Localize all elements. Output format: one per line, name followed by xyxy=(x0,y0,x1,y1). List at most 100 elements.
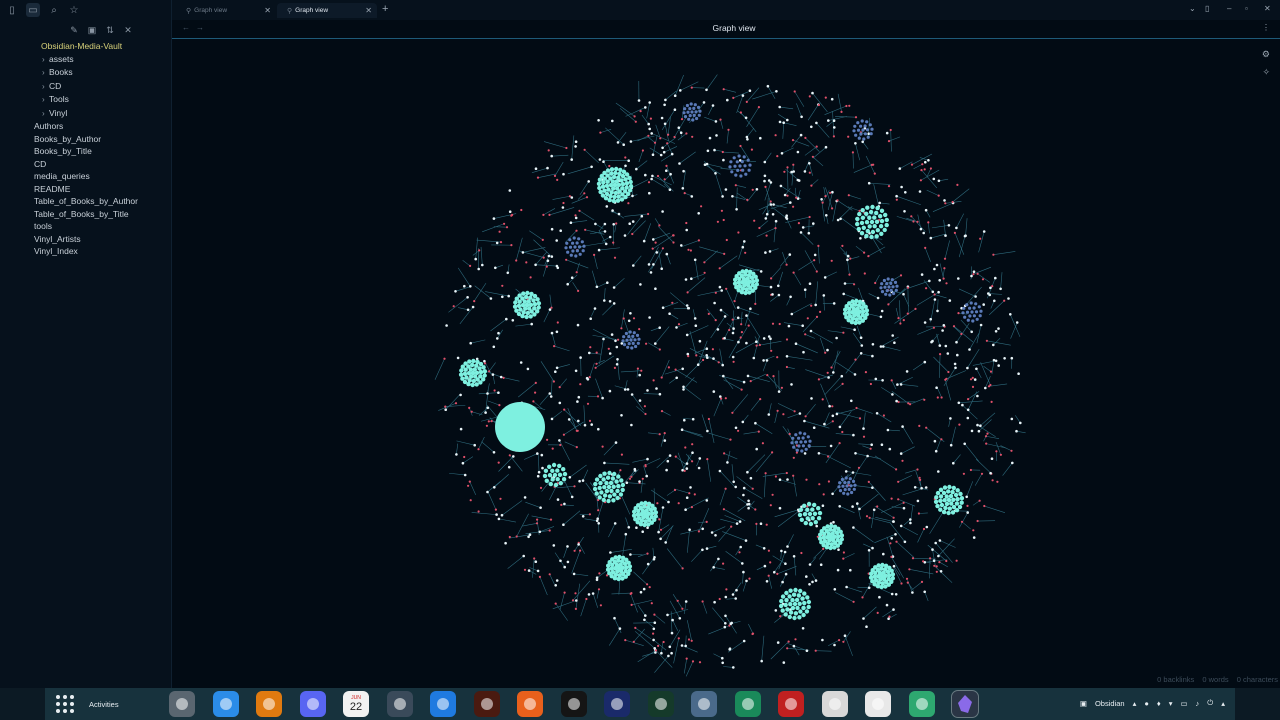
note-node[interactable] xyxy=(640,214,644,218)
note-node[interactable] xyxy=(527,569,531,572)
note-node[interactable] xyxy=(717,557,720,561)
note-node[interactable] xyxy=(682,169,685,173)
tag-node[interactable] xyxy=(574,214,577,217)
hub-node[interactable] xyxy=(869,219,875,225)
hub-node[interactable] xyxy=(894,288,898,292)
tag-node[interactable] xyxy=(863,272,866,275)
note-node[interactable] xyxy=(860,344,864,347)
tag-node[interactable] xyxy=(501,284,504,287)
tag-node[interactable] xyxy=(847,194,850,197)
tag-node[interactable] xyxy=(918,424,921,427)
hub-node[interactable] xyxy=(536,305,541,310)
note-node[interactable] xyxy=(469,285,472,288)
tag-node[interactable] xyxy=(921,163,924,166)
tag-node[interactable] xyxy=(684,446,687,449)
hub-node[interactable] xyxy=(517,293,522,298)
note-node[interactable] xyxy=(769,285,773,289)
tag-node[interactable] xyxy=(515,535,518,538)
note-node[interactable] xyxy=(710,531,714,534)
hub-node[interactable] xyxy=(631,334,635,338)
note-node[interactable] xyxy=(937,554,940,558)
note-node[interactable] xyxy=(972,536,976,539)
note-node[interactable] xyxy=(590,423,593,426)
note-node[interactable] xyxy=(641,530,644,533)
note-node[interactable] xyxy=(746,138,749,141)
tag-node[interactable] xyxy=(705,520,708,523)
tag-node[interactable] xyxy=(862,435,866,438)
tag-node[interactable] xyxy=(548,213,551,216)
tag-node[interactable] xyxy=(922,527,926,531)
tag-node[interactable] xyxy=(939,353,942,356)
chevron-down-icon[interactable]: ⌄ xyxy=(1189,4,1196,13)
hub-node[interactable] xyxy=(935,503,940,509)
note-node[interactable] xyxy=(642,587,646,591)
tag-node[interactable] xyxy=(887,303,890,306)
hub-node[interactable] xyxy=(574,254,578,258)
note-node[interactable] xyxy=(546,166,549,170)
note-node[interactable] xyxy=(731,195,734,198)
hub-node[interactable] xyxy=(882,227,887,233)
note-node[interactable] xyxy=(859,336,863,340)
tag-node[interactable] xyxy=(897,480,900,483)
hub-node[interactable] xyxy=(828,545,833,551)
note-node[interactable] xyxy=(799,133,803,137)
note-node[interactable] xyxy=(681,187,685,190)
note-node[interactable] xyxy=(497,391,500,395)
tag-node[interactable] xyxy=(505,226,509,229)
hub-node[interactable] xyxy=(550,468,555,473)
hub-node[interactable] xyxy=(859,124,863,128)
note-node[interactable] xyxy=(682,388,685,391)
hub-node[interactable] xyxy=(892,291,896,296)
note-node[interactable] xyxy=(546,259,550,262)
tag-node[interactable] xyxy=(858,417,862,420)
note-node[interactable] xyxy=(937,179,941,183)
note-node[interactable] xyxy=(827,376,830,379)
note-node[interactable] xyxy=(935,386,938,390)
note-node[interactable] xyxy=(1009,313,1012,316)
tab-graph-view-active[interactable]: ⚲ Graph view ✕ xyxy=(277,3,377,18)
hub-node[interactable] xyxy=(754,278,760,283)
hub-node[interactable] xyxy=(794,433,798,437)
hub-cluster[interactable] xyxy=(842,298,870,326)
hub-node[interactable] xyxy=(861,225,866,230)
note-node[interactable] xyxy=(724,614,727,618)
hub-node[interactable] xyxy=(895,284,899,288)
hub-node[interactable] xyxy=(788,602,793,607)
tag-node[interactable] xyxy=(890,555,893,559)
tag-node[interactable] xyxy=(647,181,651,184)
tag-node[interactable] xyxy=(575,446,578,449)
hub-node[interactable] xyxy=(870,579,875,584)
hub-node[interactable] xyxy=(611,484,616,489)
note-node[interactable] xyxy=(849,568,852,572)
note-node[interactable] xyxy=(777,293,781,297)
folder-icon[interactable]: ▭ xyxy=(26,3,40,17)
note-node[interactable] xyxy=(603,222,607,226)
note-node[interactable] xyxy=(955,226,958,230)
note-node[interactable] xyxy=(608,389,612,393)
note-node[interactable] xyxy=(651,174,654,178)
tag-node[interactable] xyxy=(869,382,873,386)
note-node[interactable] xyxy=(541,466,544,470)
tag-node[interactable] xyxy=(673,488,677,492)
tag-node[interactable] xyxy=(872,163,875,166)
hub-node[interactable] xyxy=(959,496,965,501)
note-node[interactable] xyxy=(780,152,784,155)
hub-node[interactable] xyxy=(744,268,749,274)
hub-node[interactable] xyxy=(938,507,943,512)
hub-node[interactable] xyxy=(784,597,789,603)
hub-node[interactable] xyxy=(817,510,823,516)
tag-node[interactable] xyxy=(933,564,936,567)
tag-node[interactable] xyxy=(797,222,801,225)
note-node[interactable] xyxy=(697,212,700,215)
tag-node[interactable] xyxy=(976,519,979,523)
note-node[interactable] xyxy=(898,167,902,170)
tag-node[interactable] xyxy=(771,493,774,496)
hub-node[interactable] xyxy=(852,487,856,491)
tag-node[interactable] xyxy=(864,371,868,374)
note-node[interactable] xyxy=(647,263,651,266)
note-node[interactable] xyxy=(749,476,753,480)
note-node[interactable] xyxy=(713,148,716,152)
note-node[interactable] xyxy=(783,193,787,197)
tag-node[interactable] xyxy=(938,561,941,564)
tag-node[interactable] xyxy=(765,234,768,237)
